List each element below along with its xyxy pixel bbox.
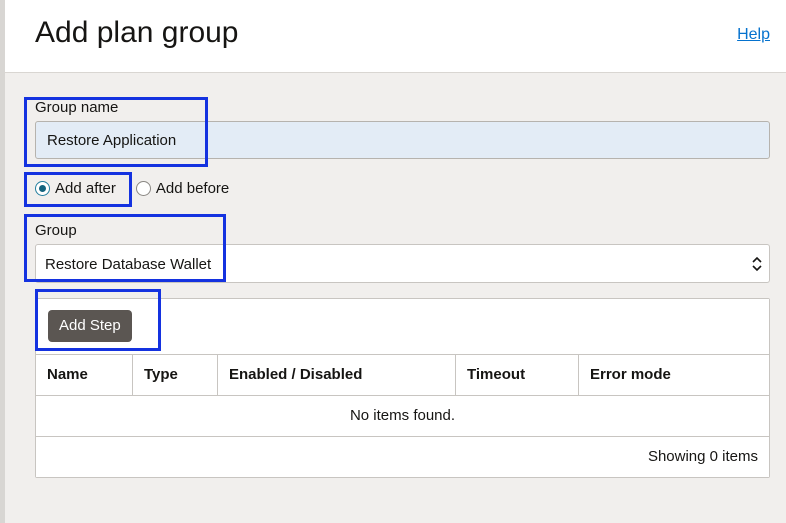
radio-add-after[interactable]: Add after <box>35 180 116 197</box>
radio-add-before-label: Add before <box>155 179 230 197</box>
item-count-text: Showing 0 items <box>36 437 769 477</box>
radio-add-after-label: Add after <box>55 179 116 197</box>
radio-add-before[interactable]: Add before <box>135 179 230 197</box>
group-select-value: Restore Database Wallet <box>45 256 212 273</box>
group-select-label: Group <box>35 222 77 239</box>
group-select[interactable]: Restore Database Wallet <box>35 244 770 283</box>
empty-state-row: No items found. <box>36 396 769 437</box>
help-link[interactable]: Help <box>737 26 770 44</box>
group-name-label: Group name <box>35 99 119 116</box>
steps-toolbar: Add Step <box>36 299 769 355</box>
panel-header: Add plan group Help <box>5 0 786 73</box>
chevron-up-down-icon <box>752 256 762 272</box>
radio-unchecked-icon[interactable] <box>135 180 151 196</box>
table-header-row: Name Type Enabled / Disabled Timeout Err… <box>36 355 769 396</box>
column-header-error-mode[interactable]: Error mode <box>579 355 769 395</box>
column-header-type[interactable]: Type <box>133 355 218 395</box>
add-plan-group-panel: Add plan group Help Group name Restore A… <box>5 0 786 523</box>
page-title: Add plan group <box>35 16 239 49</box>
steps-table: Add Step Name Type Enabled / Disabled Ti… <box>35 298 770 478</box>
group-name-input[interactable]: Restore Application <box>35 121 770 159</box>
radio-checked-icon[interactable] <box>35 180 50 196</box>
column-header-enabled[interactable]: Enabled / Disabled <box>218 355 456 395</box>
add-step-button[interactable]: Add Step <box>48 310 132 342</box>
position-radio-group: Add after Add before <box>35 178 229 198</box>
column-header-timeout[interactable]: Timeout <box>456 355 579 395</box>
column-header-name[interactable]: Name <box>36 355 133 395</box>
